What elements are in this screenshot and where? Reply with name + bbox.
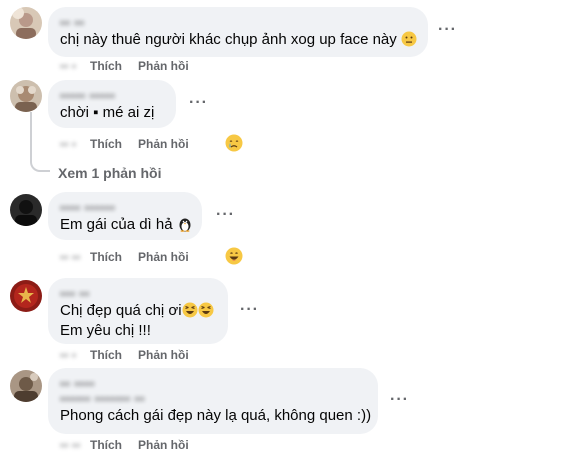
- laughing-face-emoji: [182, 302, 198, 318]
- crying-face-reaction[interactable]: [225, 134, 243, 152]
- laughing-face-emoji: [198, 302, 214, 318]
- more-options-icon[interactable]: ···: [438, 22, 457, 38]
- more-options-icon[interactable]: ···: [189, 95, 208, 111]
- timestamp[interactable]: ▪▪ ▪▪: [60, 438, 90, 452]
- comment-bubble: ▪▪▪▪ ▪▪▪▪▪▪ Em gái của dì hả: [48, 192, 202, 240]
- comment-actions: ▪▪ ▪▪ Thích Phản hồi: [60, 437, 205, 453]
- timestamp[interactable]: ▪▪ ▪▪: [60, 250, 90, 264]
- comment-text: Em gái của dì hả: [60, 215, 191, 235]
- comment-actions: ▪▪ ▪ Thích Phản hồi: [60, 58, 205, 74]
- avatar[interactable]: [10, 7, 42, 39]
- timestamp[interactable]: ▪▪ ▪: [60, 59, 90, 73]
- like-button[interactable]: Thích: [90, 137, 122, 151]
- commenter-name[interactable]: ▪▪▪▪ ▪▪▪▪▪▪: [60, 200, 190, 215]
- avatar[interactable]: [10, 80, 42, 112]
- reply-button[interactable]: Phản hồi: [138, 438, 189, 452]
- penguin-emoji: [179, 218, 191, 232]
- commenter-name[interactable]: ▪▪▪ ▪▪: [60, 286, 216, 301]
- timestamp[interactable]: ▪▪ ▪: [60, 137, 90, 151]
- reply-button[interactable]: Phản hồi: [138, 250, 189, 264]
- comment-bubble: ▪▪ ▪▪ chị này thuê người khác chụp ảnh x…: [48, 7, 428, 57]
- more-options-icon[interactable]: ···: [240, 302, 259, 318]
- comment-bubble: ▪▪▪ ▪▪ Chị đẹp quá chị ơi Em yêu chị !!!: [48, 278, 228, 344]
- comment-text-content: chị này thuê người khác chụp ảnh xog up …: [60, 31, 397, 48]
- avatar[interactable]: [10, 370, 42, 402]
- reply-button[interactable]: Phản hồi: [138, 348, 189, 362]
- more-options-icon[interactable]: ···: [390, 392, 409, 408]
- comment-text-content: Chị đẹp quá chị ơi: [60, 302, 182, 319]
- comment-text-line: Chị đẹp quá chị ơi: [60, 301, 216, 321]
- comment-text: Phong cách gái đẹp này lạ quá, không que…: [60, 407, 372, 424]
- commenter-name-secondary[interactable]: ▪▪▪▪▪▪ ▪▪▪▪▪▪▪ ▪▪: [60, 391, 366, 406]
- neutral-face-emoji: [401, 31, 417, 47]
- commenter-name[interactable]: ▪▪ ▪▪: [60, 15, 416, 30]
- comment-text: Chị đẹp quá chị ơi Em yêu chị !!!: [60, 301, 216, 341]
- like-button[interactable]: Thích: [90, 250, 122, 264]
- comment-actions: ▪▪ ▪ Thích Phản hồi: [60, 136, 205, 152]
- like-button[interactable]: Thích: [90, 59, 122, 73]
- avatar[interactable]: [10, 280, 42, 312]
- comment-text: chời ▪ mé ai zị: [60, 104, 155, 121]
- more-options-icon[interactable]: ···: [216, 207, 235, 223]
- grinning-face-reaction[interactable]: [225, 247, 243, 265]
- comment-actions: ▪▪ ▪▪ Thích Phản hồi: [60, 249, 205, 265]
- timestamp[interactable]: ▪▪ ▪: [60, 348, 90, 362]
- commenter-name[interactable]: ▪▪▪▪▪ ▪▪▪▪▪: [60, 88, 164, 103]
- avatar[interactable]: [10, 194, 42, 226]
- commenter-name[interactable]: ▪▪ ▪▪▪▪: [60, 376, 366, 391]
- comment-actions: ▪▪ ▪ Thích Phản hồi: [60, 347, 205, 363]
- comment-text: chị này thuê người khác chụp ảnh xog up …: [60, 30, 417, 50]
- like-button[interactable]: Thích: [90, 438, 122, 452]
- comment-text-line: Em yêu chị !!!: [60, 322, 151, 339]
- like-button[interactable]: Thích: [90, 348, 122, 362]
- comment-bubble: ▪▪ ▪▪▪▪ ▪▪▪▪▪▪ ▪▪▪▪▪▪▪ ▪▪ Phong cách gái…: [48, 368, 378, 434]
- thread-connector: [30, 112, 50, 172]
- comment-text-content: Em gái của dì hả: [60, 216, 173, 233]
- comment-bubble: ▪▪▪▪▪ ▪▪▪▪▪ chời ▪ mé ai zị: [48, 80, 176, 128]
- reply-button[interactable]: Phản hồi: [138, 59, 189, 73]
- view-replies-link[interactable]: Xem 1 phản hồi: [58, 165, 161, 181]
- reply-button[interactable]: Phản hồi: [138, 137, 189, 151]
